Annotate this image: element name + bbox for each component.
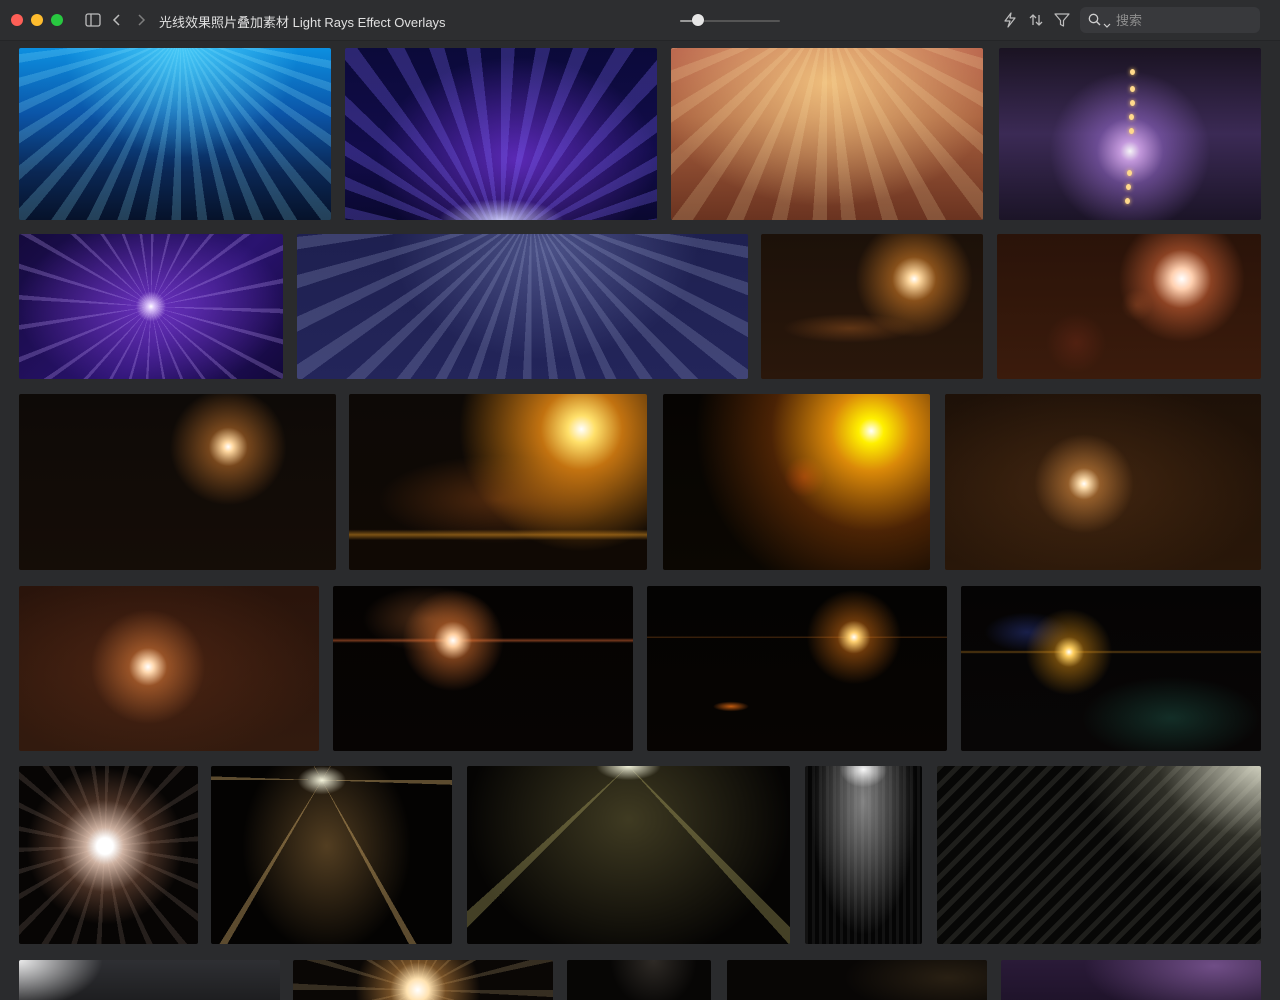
thumbnail-purple-blue-rays[interactable]: [345, 48, 657, 220]
flare-bead: [1127, 170, 1132, 176]
thumbnail-rainbow-anamorphic-flare[interactable]: [961, 586, 1261, 751]
thumbnail-brown-star-flare[interactable]: [945, 394, 1261, 570]
search-field[interactable]: [1080, 7, 1260, 33]
search-icon: [1088, 13, 1101, 31]
thumbnail-orange-bokeh-flare[interactable]: [997, 234, 1261, 379]
thumbnail-navy-stage-rays[interactable]: [297, 234, 748, 379]
slider-thumb[interactable]: [692, 14, 704, 26]
thumbnail-corner-white-glow[interactable]: [19, 960, 280, 1000]
flare-bead: [1126, 184, 1131, 190]
flare-bead: [1129, 114, 1134, 120]
thumbnail-copper-star-flare[interactable]: [19, 586, 319, 751]
thumbnail-violet-flare-beads[interactable]: [999, 48, 1261, 220]
thumbnail-amber-horizon-flare[interactable]: [647, 586, 947, 751]
title-bar: 光线效果照片叠加素材 Light Rays Effect Overlays: [0, 0, 1280, 41]
app-window: 光线效果照片叠加素材 Light Rays Effect Overlays: [0, 0, 1280, 1000]
flare-bead: [1130, 86, 1135, 92]
sort-icon[interactable]: [1026, 10, 1046, 30]
thumbnail-gold-spotlight-cone[interactable]: [211, 766, 452, 944]
thumbnail-diagonal-white-rays[interactable]: [937, 766, 1261, 944]
thumbnail-orange-streak-flare[interactable]: [333, 586, 633, 751]
back-chevron-icon[interactable]: [107, 10, 127, 30]
thumbnail-white-sparkle-flare[interactable]: [19, 766, 198, 944]
thumbnail-golden-sun-flare[interactable]: [349, 394, 647, 570]
thumbnail-dark-partial[interactable]: [567, 960, 711, 1000]
thumbnail-yellow-sun-flare[interactable]: [663, 394, 930, 570]
thumbnail-violet-star-burst[interactable]: [19, 234, 283, 379]
thumbnail-warm-sparkle-partial[interactable]: [293, 960, 553, 1000]
window-title: 光线效果照片叠加素材 Light Rays Effect Overlays: [159, 15, 446, 30]
thumbnail-olive-spotlight-fan[interactable]: [467, 766, 790, 944]
sidebar-toggle-icon[interactable]: [83, 10, 103, 30]
search-options-chevron-icon[interactable]: [1103, 16, 1111, 34]
thumbnail-brown-partial[interactable]: [727, 960, 987, 1000]
lightning-icon[interactable]: [1000, 10, 1020, 30]
thumbnail-blue-rays[interactable]: [19, 48, 331, 220]
search-input[interactable]: [1114, 11, 1258, 31]
close-window-button[interactable]: [11, 14, 23, 26]
flare-bead: [1125, 198, 1130, 204]
flare-bead: [1129, 128, 1134, 134]
forward-chevron-icon[interactable]: [131, 10, 151, 30]
thumbnail-white-spotlight[interactable]: [805, 766, 922, 944]
thumbnail-size-slider[interactable]: [680, 13, 780, 27]
thumbnail-orange-flare-small[interactable]: [761, 234, 983, 379]
thumbnail-dark-amber-flare[interactable]: [19, 394, 336, 570]
thumbnail-grid: [0, 41, 1280, 1000]
minimize-window-button[interactable]: [31, 14, 43, 26]
thumbnail-violet-partial[interactable]: [1001, 960, 1261, 1000]
filter-icon[interactable]: [1052, 10, 1072, 30]
flare-bead: [1130, 100, 1135, 106]
zoom-window-button[interactable]: [51, 14, 63, 26]
thumbnail-warm-rays[interactable]: [671, 48, 983, 220]
flare-bead: [1130, 69, 1135, 75]
